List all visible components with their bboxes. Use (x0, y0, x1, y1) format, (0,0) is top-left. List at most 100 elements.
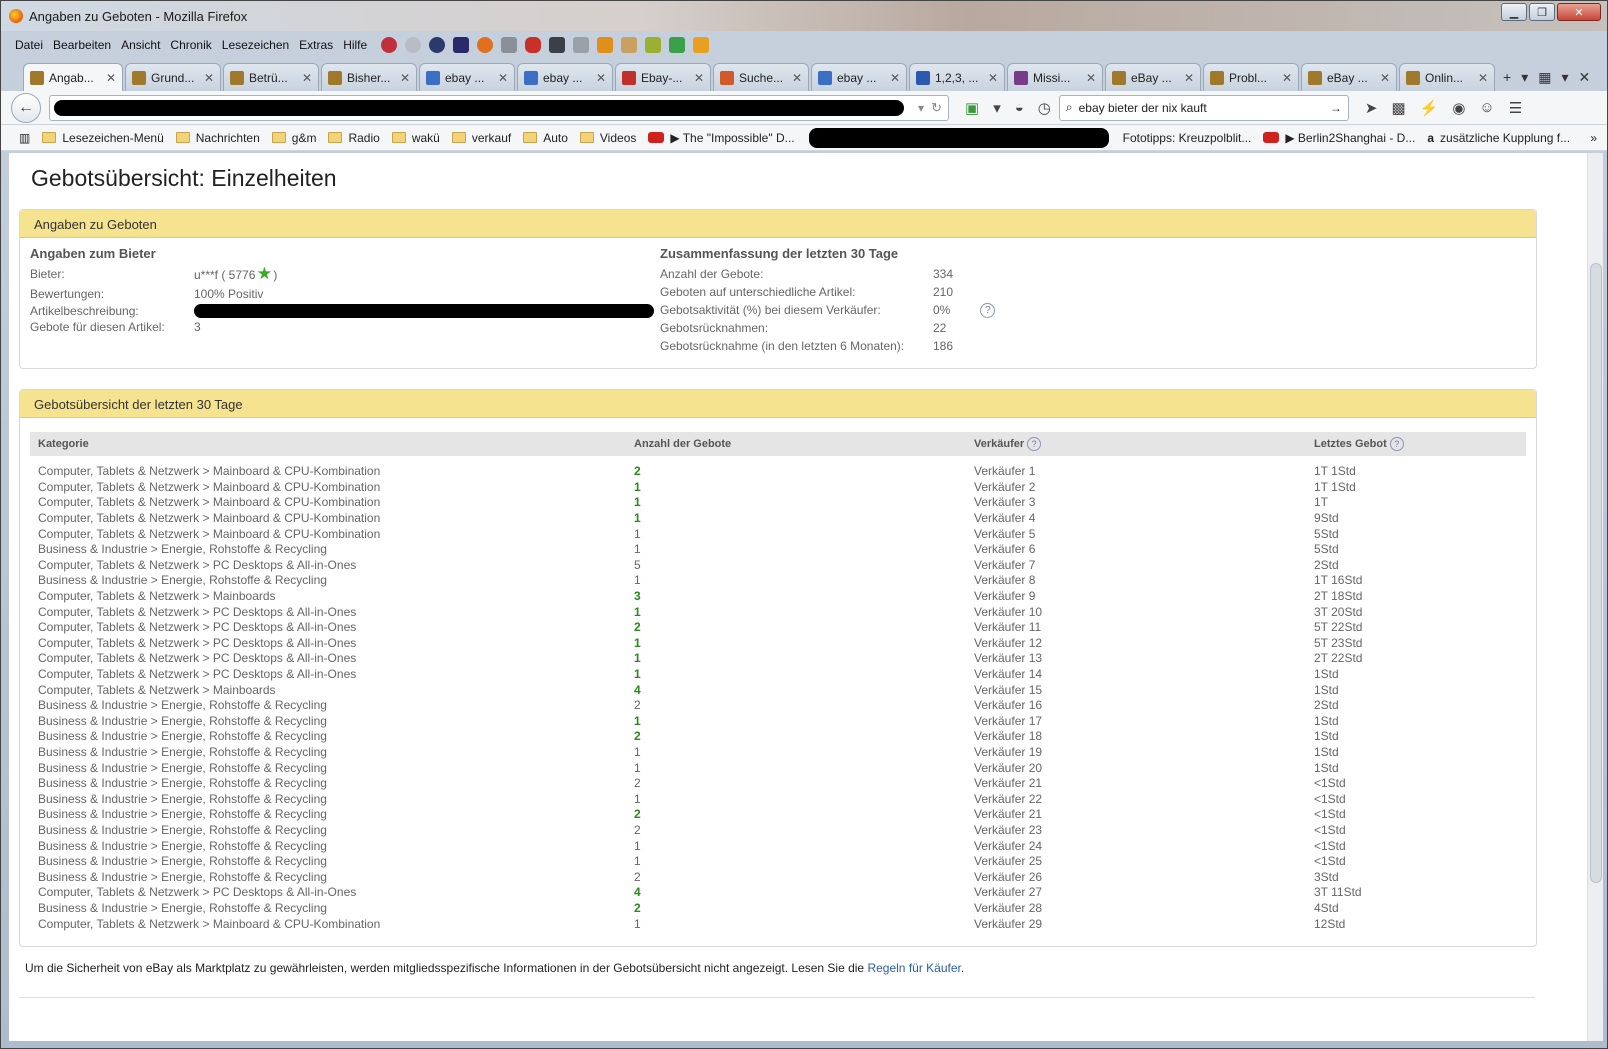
bookmark-item[interactable]: Nachrichten (175, 131, 260, 145)
addon-icon[interactable]: ◉ (1452, 99, 1465, 117)
tab-close-icon[interactable]: ✕ (596, 71, 606, 85)
download-icon[interactable] (573, 37, 590, 53)
bookmark-item[interactable]: verkauf (451, 131, 511, 145)
history-icon[interactable]: ◷ (1038, 99, 1051, 117)
menu-extras[interactable]: Extras (295, 36, 337, 54)
tab-close-icon[interactable]: ✕ (400, 71, 410, 85)
chat-icon[interactable]: ☺ (1479, 99, 1494, 116)
tab-groups-icon[interactable]: ▦ (1538, 69, 1551, 86)
more-bookmarks-icon[interactable]: » (1590, 131, 1597, 145)
help-icon[interactable]: ? (980, 302, 996, 318)
bookmark-item[interactable]: g&m (271, 131, 316, 145)
tab-9[interactable]: 1,2,3, ... ✕ (909, 63, 1005, 91)
vertical-scrollbar[interactable] (1587, 153, 1603, 1041)
addon-icon[interactable] (693, 37, 710, 53)
tab-6[interactable]: Ebay-... ✕ (615, 63, 711, 91)
dropdown-icon[interactable]: ▾ (1561, 69, 1568, 86)
addon-icon[interactable] (645, 37, 662, 53)
tab-13[interactable]: eBay ... ✕ (1301, 63, 1397, 91)
tab-close-icon[interactable]: ✕ (1184, 71, 1194, 85)
tab-close-icon[interactable]: ✕ (694, 71, 704, 85)
help-icon[interactable]: ? (1027, 437, 1042, 451)
tab-14[interactable]: Onlin... ✕ (1399, 63, 1495, 91)
search-go-icon[interactable]: → (1330, 101, 1342, 115)
bookmark-item[interactable]: Videos (579, 131, 636, 145)
tab-close-icon[interactable]: ✕ (1086, 71, 1096, 85)
bookmark-item[interactable]: ▶ Berlin2Shanghai - D... (1263, 131, 1415, 145)
tab-close-icon[interactable]: ✕ (498, 71, 508, 85)
bookmark-item[interactable]: Radio (328, 131, 380, 145)
addon-icon[interactable]: ▩ (1391, 99, 1405, 117)
addon-icon[interactable]: ⚡ (1420, 99, 1439, 117)
menu-datei[interactable]: Datei (11, 36, 47, 54)
tab-close-icon[interactable]: ✕ (1282, 71, 1292, 85)
seller-cell: Verkäufer 9 (974, 589, 1036, 604)
tab-4[interactable]: ebay ... ✕ (419, 63, 515, 91)
tab-close-icon[interactable]: ✕ (890, 71, 900, 85)
addon-icon[interactable] (477, 37, 494, 53)
menu-lesezeichen[interactable]: Lesezeichen (218, 36, 293, 54)
tab-12[interactable]: Probl... ✕ (1203, 63, 1299, 91)
maximize-icon[interactable]: ❐ (1529, 3, 1555, 21)
url-input[interactable]: ▾ ↻ (49, 94, 949, 121)
tab-close-icon[interactable]: ✕ (1380, 71, 1390, 85)
adblock-icon[interactable] (525, 37, 542, 53)
tab-close-icon[interactable]: ✕ (792, 71, 802, 85)
tab-list-icon[interactable]: ▾ (1521, 69, 1528, 86)
category-cell: Business & Industrie > Energie, Rohstoff… (38, 791, 327, 806)
tab-8[interactable]: ebay ... ✕ (811, 63, 907, 91)
tab-5[interactable]: ebay ... ✕ (517, 63, 613, 91)
tab-close-icon[interactable]: ✕ (988, 71, 998, 85)
tab-0[interactable]: Angab... ✕ (23, 63, 123, 91)
addon-icon[interactable] (405, 37, 422, 53)
help-icon[interactable]: ? (1389, 437, 1404, 451)
send-icon[interactable]: ➤ (1365, 99, 1378, 117)
sidebar-icon[interactable]: ▥ (19, 131, 30, 145)
addon-icon[interactable] (453, 37, 470, 53)
menu-hilfe[interactable]: Hilfe (339, 36, 371, 54)
menu-chronik[interactable]: Chronik (166, 36, 215, 54)
addon-icon[interactable] (669, 37, 686, 53)
back-arrow-icon[interactable]: ← (11, 92, 41, 123)
bookmark-item[interactable]: Lesezeichen-Menü (42, 131, 164, 145)
menu-icon[interactable]: ☰ (1509, 99, 1522, 117)
addon-icon[interactable] (381, 37, 398, 53)
addon-icon[interactable] (549, 37, 566, 53)
tab-favicon-icon (1112, 70, 1126, 85)
tab-1[interactable]: Grund... ✕ (125, 63, 221, 91)
new-tab-icon[interactable]: + (1503, 69, 1511, 85)
reload-icon[interactable]: ↻ (931, 100, 942, 116)
tab-2[interactable]: Betrü... ✕ (223, 63, 319, 91)
tab-10[interactable]: Missi... ✕ (1007, 63, 1103, 91)
tab-11[interactable]: eBay ... ✕ (1105, 63, 1201, 91)
minimize-icon[interactable]: ▁ (1501, 3, 1527, 21)
addon-icon[interactable] (621, 37, 638, 53)
close-icon[interactable]: ✕ (1578, 69, 1590, 86)
dropdown-icon[interactable]: ▾ (918, 101, 924, 115)
tab-3[interactable]: Bisher... ✕ (321, 63, 417, 91)
tab-close-icon[interactable]: ✕ (106, 71, 116, 85)
bookmark-item[interactable]: a zusätzliche Kupplung f... (1427, 131, 1570, 145)
search-input[interactable]: ⌕ ebay bieter der nix kauft → (1058, 94, 1349, 121)
menu-ansicht[interactable]: Ansicht (117, 36, 164, 54)
addon-icon[interactable] (501, 37, 518, 53)
last-bid-cell: <1Std (1314, 807, 1346, 822)
bookmark-item[interactable]: ▶ The "Impossible" D... (648, 131, 795, 145)
buyer-rules-link[interactable]: Regeln für Käufer (867, 961, 960, 975)
close-icon[interactable]: ✕ (1557, 3, 1601, 21)
dropdown-icon[interactable]: ▾ (993, 99, 1001, 117)
addon-icon[interactable] (597, 37, 614, 53)
menu-bearbeiten[interactable]: Bearbeiten (49, 36, 115, 54)
mask-icon[interactable]: ◒ (1015, 99, 1024, 116)
scrollbar-thumb[interactable] (1590, 263, 1602, 883)
tab-7[interactable]: Suche... ✕ (713, 63, 809, 91)
bidder-name[interactable]: u***f ( 5776 (194, 268, 255, 282)
bookmark-item[interactable]: Auto (523, 131, 568, 145)
addon-icon[interactable] (429, 37, 446, 53)
tab-close-icon[interactable]: ✕ (1478, 71, 1488, 85)
tab-close-icon[interactable]: ✕ (204, 71, 214, 85)
addon-icon[interactable]: ▣ (965, 99, 979, 117)
bookmark-item[interactable]: wakü (391, 131, 440, 145)
bookmark-item[interactable]: Fototipps: Kreuzpolblit... (1123, 131, 1252, 145)
tab-close-icon[interactable]: ✕ (302, 71, 312, 85)
